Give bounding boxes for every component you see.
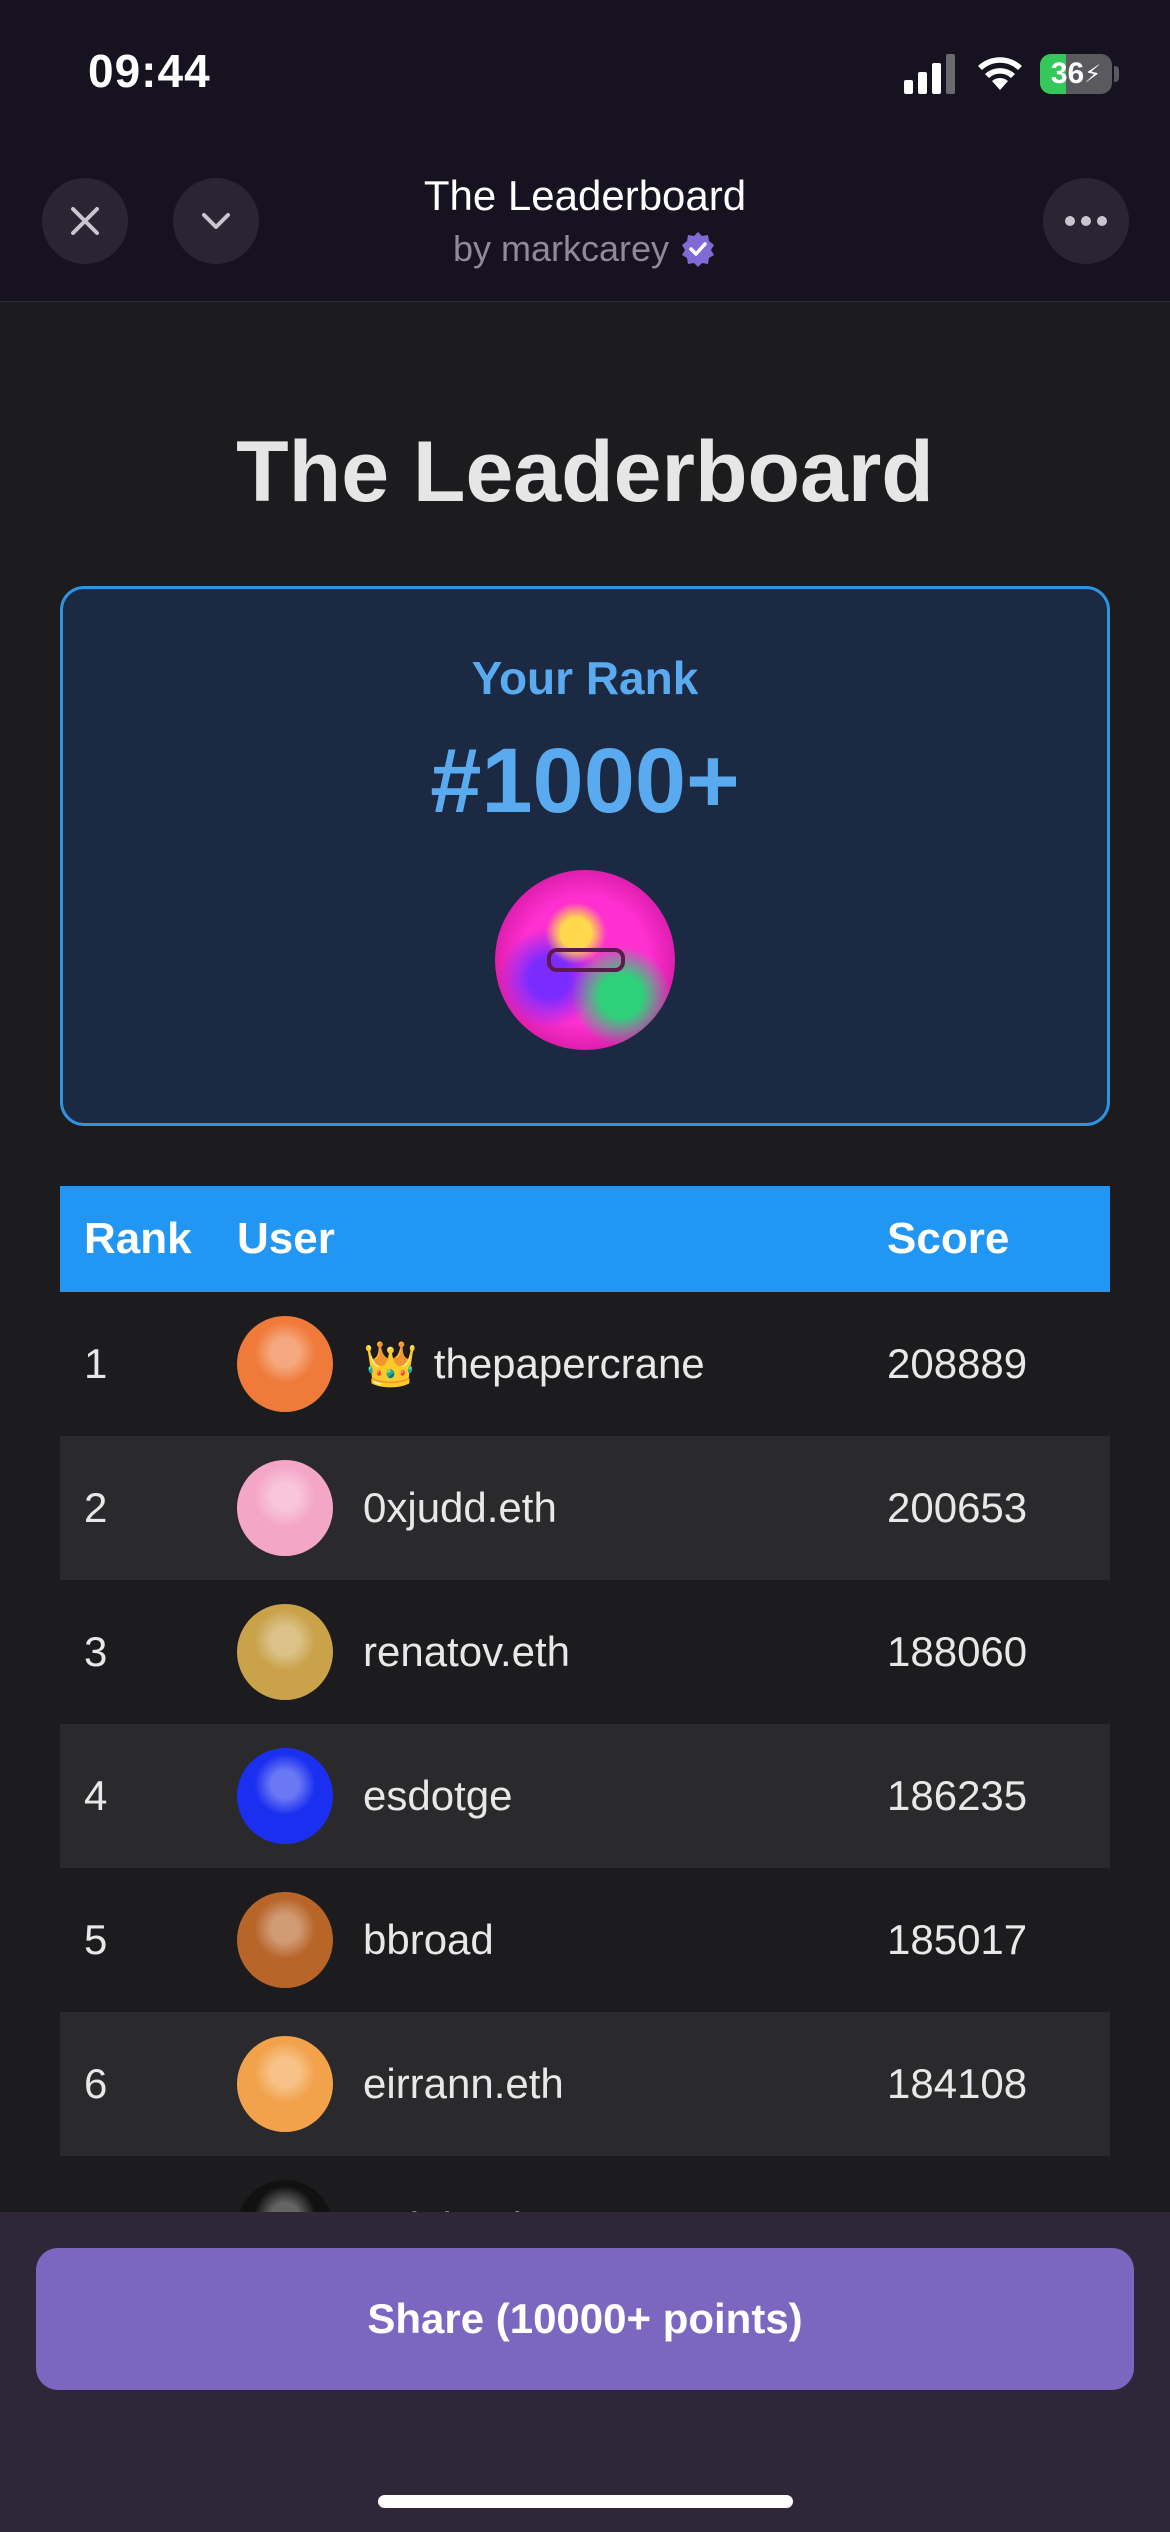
header-rank: Rank: [84, 1214, 192, 1263]
header-title-block: The Leaderboard by markcarey: [300, 172, 870, 270]
user-name: bbroad: [363, 1916, 494, 1963]
user-avatar: [237, 2036, 333, 2132]
page-title: The Leaderboard: [236, 424, 934, 520]
user-cell: 0xjudd.eth: [237, 1460, 887, 1556]
crown-icon: 👑: [363, 1340, 418, 1389]
collapse-button[interactable]: [173, 178, 259, 264]
row-score: 200653: [887, 1484, 1028, 1531]
row-rank: 2: [84, 1484, 108, 1531]
header-title: The Leaderboard: [423, 172, 747, 219]
user-cell: renatov.eth: [237, 1604, 887, 1700]
more-icon: [1065, 216, 1107, 226]
table-row[interactable]: 4 esdotge 186235: [60, 1724, 1110, 1868]
verified-badge-icon: [682, 232, 715, 267]
row-score: 188060: [887, 1628, 1028, 1675]
user-avatar: [237, 1892, 333, 1988]
bottom-bar: Share (10000+ points): [0, 2212, 1170, 2532]
header-author[interactable]: by markcarey: [300, 228, 870, 270]
user-name: 0xjudd.eth: [363, 1484, 557, 1531]
wifi-icon: [978, 57, 1022, 90]
table-row[interactable]: 1 👑 thepapercrane 208889: [60, 1292, 1110, 1436]
table-row[interactable]: 5 bbroad 185017: [60, 1868, 1110, 2012]
app-header: The Leaderboard by markcarey: [0, 150, 1170, 302]
user-cell: bbroad: [237, 1892, 887, 1988]
user-avatar: [237, 1460, 333, 1556]
table-row[interactable]: 3 renatov.eth 188060: [60, 1580, 1110, 1724]
more-button[interactable]: [1043, 178, 1129, 264]
table-row[interactable]: 6 eirrann.eth 184108: [60, 2012, 1110, 2156]
row-rank: 1: [84, 1340, 108, 1387]
home-indicator[interactable]: [378, 2495, 793, 2508]
user-name: renatov.eth: [363, 1628, 571, 1675]
status-bar: 09:44 36 ⚡: [0, 0, 1170, 150]
chevron-down-icon: [202, 213, 230, 229]
row-score: 186235: [887, 1772, 1028, 1819]
close-icon: [71, 207, 99, 235]
row-score: 208889: [887, 1340, 1028, 1387]
row-rank: 5: [84, 1916, 108, 1963]
user-cell: esdotge: [237, 1748, 887, 1844]
your-rank-value: #1000+: [430, 730, 740, 832]
share-button[interactable]: Share (10000+ points): [36, 2248, 1134, 2390]
your-avatar: [495, 870, 675, 1050]
charging-icon: ⚡: [1084, 60, 1102, 88]
your-rank-label: Your Rank: [471, 652, 699, 704]
close-button[interactable]: [42, 178, 128, 264]
row-score: 184108: [887, 2060, 1028, 2107]
author-label: by markcarey: [452, 228, 670, 269]
battery-percent: 36: [1050, 57, 1085, 90]
user-name: esdotge: [363, 1772, 513, 1819]
user-avatar: [237, 1748, 333, 1844]
header-score: Score: [887, 1214, 1010, 1263]
row-score: 185017: [887, 1916, 1028, 1963]
battery-nub: [1114, 66, 1119, 82]
user-cell: 👑 thepapercrane: [237, 1316, 887, 1412]
row-rank: 3: [84, 1628, 108, 1675]
table-row[interactable]: 2 0xjudd.eth 200653: [60, 1436, 1110, 1580]
user-cell: eirrann.eth: [237, 2036, 887, 2132]
table-header-row: Rank User Score: [60, 1186, 1110, 1292]
row-rank: 6: [84, 2060, 108, 2107]
row-rank: 4: [84, 1772, 108, 1819]
user-name: eirrann.eth: [363, 2060, 564, 2107]
header-user: User: [237, 1214, 335, 1263]
user-avatar: [237, 1604, 333, 1700]
user-avatar: [237, 1316, 333, 1412]
leaderboard-table: Rank User Score 1 👑 thepapercrane 208889 2 0x…: [60, 1186, 1110, 2300]
cellular-signal-icon: [904, 54, 955, 94]
battery-indicator: 36 ⚡: [1040, 54, 1112, 94]
your-rank-card: Your Rank #1000+: [60, 586, 1110, 1126]
status-time: 09:44: [88, 45, 211, 97]
user-name: thepapercrane: [433, 1340, 705, 1387]
